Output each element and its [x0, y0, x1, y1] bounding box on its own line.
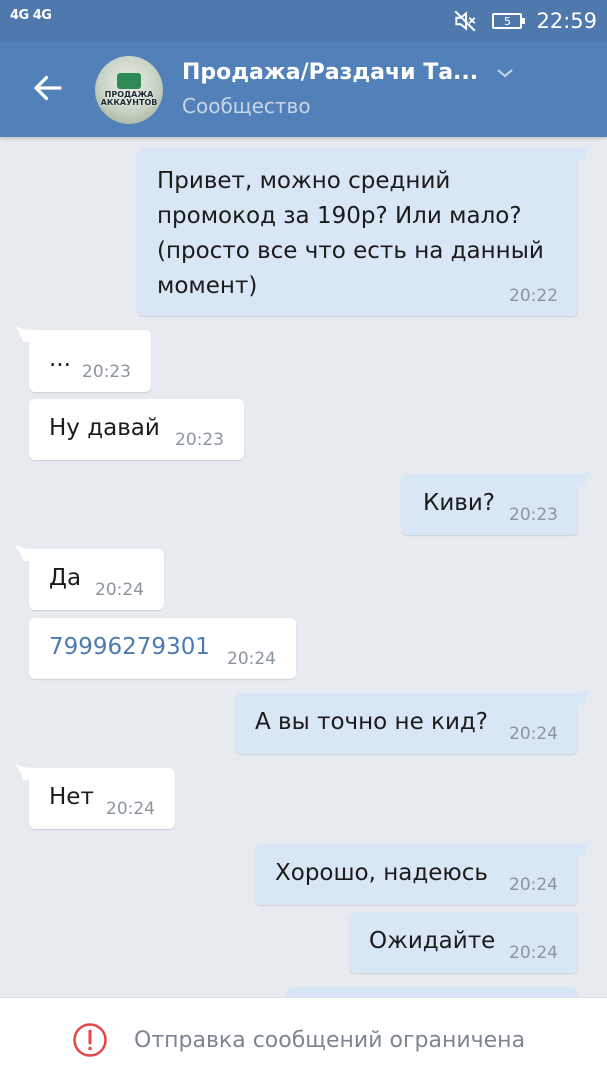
message-bubble[interactable]: Киви? 20:23: [401, 470, 592, 535]
message-time: 20:24: [509, 943, 558, 963]
logo-emblem-icon: [117, 73, 141, 89]
chat-subtitle: Сообщество: [182, 94, 311, 118]
message-text: А вы точно не кид?: [255, 709, 488, 735]
message-text: Да: [49, 565, 82, 591]
message-text: Киви?: [423, 490, 495, 516]
battery-icon: 5: [492, 13, 526, 29]
bubble-tail: [574, 144, 592, 160]
avatar-logo-text: ПРОДАЖА АККАУНТОВ: [100, 90, 158, 107]
message-text: ...: [49, 346, 71, 372]
phone-number-link[interactable]: 79996279301: [49, 634, 210, 660]
message-time: 20:24: [227, 649, 276, 669]
message-time: 20:22: [509, 286, 558, 306]
message-bubble[interactable]: Нет 20:24: [15, 764, 175, 829]
message-bubble[interactable]: Ожидайте 20:24: [349, 912, 578, 973]
warning-circle-icon: [73, 1023, 107, 1057]
bubble-tail: [15, 326, 33, 342]
mute-icon: [455, 10, 476, 32]
bubble-tail: [15, 764, 33, 780]
message-text-line: промокод за 190р? Или мало?: [157, 203, 522, 229]
chevron-down-icon[interactable]: [496, 66, 514, 80]
message-text-line: (просто все что есть на данный: [157, 238, 544, 264]
bubble-tail: [574, 470, 592, 486]
message-bubble-partial[interactable]: [286, 987, 578, 997]
restriction-message: Отправка сообщений ограничена: [134, 1028, 526, 1053]
message-bubble[interactable]: Да 20:24: [15, 545, 164, 610]
community-avatar[interactable]: ПРОДАЖА АККАУНТОВ: [95, 56, 163, 124]
message-bubble[interactable]: ... 20:23: [15, 326, 151, 392]
input-restricted-bar: Отправка сообщений ограничена: [0, 997, 607, 1080]
back-arrow-icon[interactable]: [30, 70, 66, 106]
message-list[interactable]: Привет, можно средний промокод за 190р? …: [0, 137, 607, 997]
message-time: 20:23: [82, 362, 131, 382]
message-text-line: Привет, можно средний: [157, 168, 451, 194]
message-bubble[interactable]: А вы точно не кид? 20:24: [235, 689, 592, 754]
message-time: 20:24: [509, 724, 558, 744]
chat-title[interactable]: Продажа/Раздачи Та...: [182, 60, 478, 85]
status-bar: 4G 4G 5 22:59: [0, 0, 607, 42]
message-text: Ожидайте: [369, 928, 496, 954]
bubble-tail: [574, 840, 592, 856]
message-time: 20:24: [95, 580, 144, 600]
message-time: 20:23: [175, 430, 224, 450]
battery-level: 5: [503, 14, 511, 28]
message-bubble[interactable]: 79996279301 20:24: [29, 618, 296, 679]
message-text-line: момент): [157, 273, 258, 299]
bubble-tail: [15, 545, 33, 561]
message-text: Нет: [49, 784, 94, 810]
message-time: 20:23: [509, 505, 558, 525]
message-bubble[interactable]: Хорошо, надеюсь 20:24: [255, 840, 592, 905]
message-bubble[interactable]: Привет, можно средний промокод за 190р? …: [137, 144, 592, 316]
network-indicator: 4G 4G: [10, 8, 52, 23]
message-time: 20:24: [106, 799, 155, 819]
chat-header: ПРОДАЖА АККАУНТОВ Продажа/Раздачи Та... …: [0, 42, 607, 137]
message-time: 20:24: [509, 875, 558, 895]
message-text: Хорошо, надеюсь: [275, 860, 488, 886]
clock: 22:59: [536, 9, 597, 33]
message-text: Ну давай: [49, 415, 160, 441]
message-bubble[interactable]: Ну давай 20:23: [29, 399, 244, 460]
bubble-tail: [574, 689, 592, 705]
